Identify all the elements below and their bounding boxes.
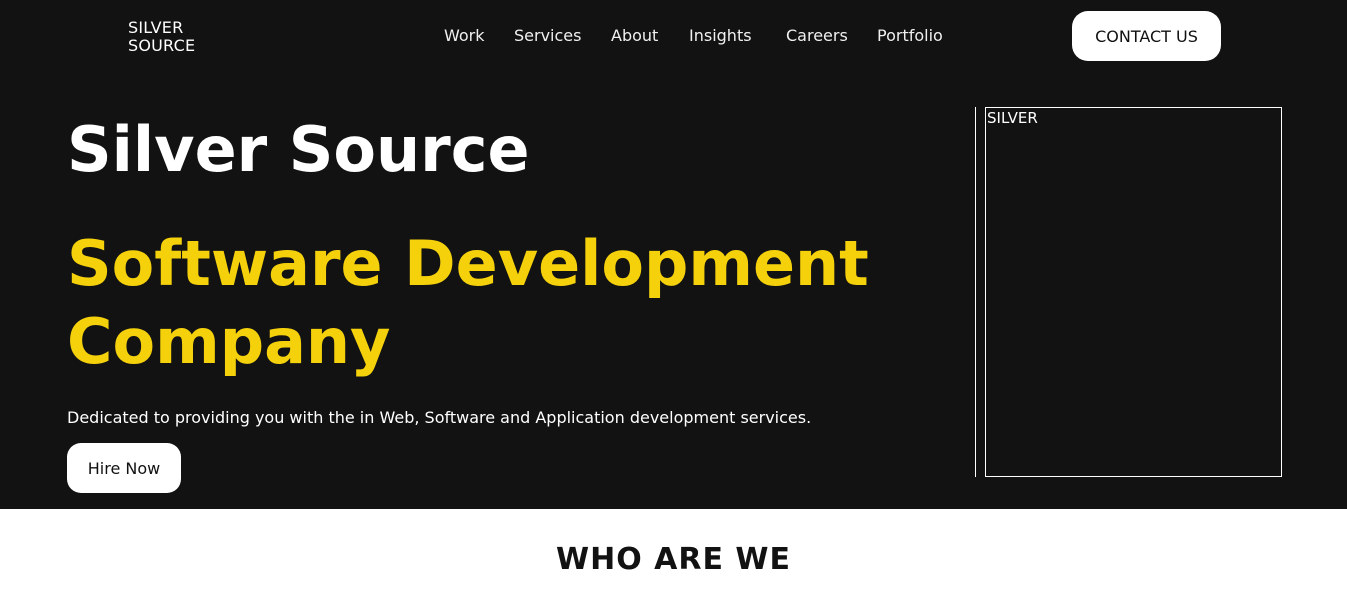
hire-now-button[interactable]: Hire Now xyxy=(67,443,181,493)
hero-description: Dedicated to providing you with the in W… xyxy=(67,408,812,427)
nav-item-about[interactable]: About xyxy=(611,26,658,46)
nav-item-insights[interactable]: Insights xyxy=(689,26,752,46)
hero-subtitle-line-2: Company xyxy=(67,305,391,378)
nav-item-work[interactable]: Work xyxy=(444,26,485,46)
nav-item-services[interactable]: Services xyxy=(514,26,581,46)
hero-title: Silver Source xyxy=(67,113,530,186)
hero-subtitle: Software Development Company xyxy=(67,225,869,381)
vertical-divider xyxy=(975,107,976,477)
media-alt-text: SILVER xyxy=(987,109,1038,127)
hero-subtitle-line-1: Software Development xyxy=(67,227,869,300)
contact-us-button[interactable]: CONTACT US xyxy=(1072,11,1221,61)
logo-line-1: SILVER xyxy=(128,18,184,37)
logo-line-2: SOURCE xyxy=(128,36,196,55)
hero-section: SILVER SOURCE Work Services About Insigh… xyxy=(0,0,1347,509)
nav-item-portfolio[interactable]: Portfolio xyxy=(877,26,943,46)
logo[interactable]: SILVER SOURCE xyxy=(128,19,195,55)
nav-item-careers[interactable]: Careers xyxy=(786,26,848,46)
who-are-we-heading: WHO ARE WE xyxy=(556,542,791,577)
hero-media-frame: SILVER xyxy=(985,107,1282,477)
